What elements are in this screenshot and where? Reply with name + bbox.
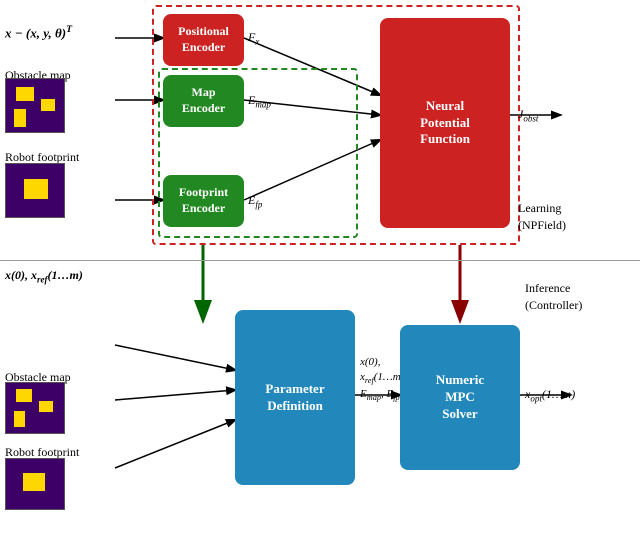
neural-potential-function-box: NeuralPotentialFunction [380, 18, 510, 228]
xopt-label: xopt(1…m) [525, 387, 575, 403]
map-encoder-box: MapEncoder [163, 75, 244, 127]
robot-footprint-image-bottom [5, 458, 65, 510]
footprint-encoder-box: FootprintEncoder [163, 175, 244, 227]
emap-label: Emap [248, 93, 271, 109]
obstacle-map-image-bottom [5, 382, 65, 434]
section-divider [0, 260, 640, 261]
robot-footprint-image-top [5, 163, 65, 218]
parameter-definition-box: ParameterDefinition [235, 310, 355, 485]
efp-label: Efp [248, 193, 262, 209]
x0-xref-label: x(0), xref(1…m) [5, 268, 83, 284]
numeric-mpc-solver-box: NumericMPCSolver [400, 325, 520, 470]
x-input-label: x − (x, y, θ)T [5, 24, 72, 41]
obstacle-map-image-top [5, 78, 65, 133]
learning-label: Learning(NPField) [518, 200, 566, 234]
diagram: x − (x, y, θ)T Obstacle map Robot footpr… [0, 0, 640, 547]
positional-encoder-box: PositionalEncoder [163, 14, 244, 66]
fx-label: Fx [248, 30, 259, 46]
jobst-label: Jobst [518, 107, 538, 123]
inference-label: Inference(Controller) [525, 280, 582, 314]
